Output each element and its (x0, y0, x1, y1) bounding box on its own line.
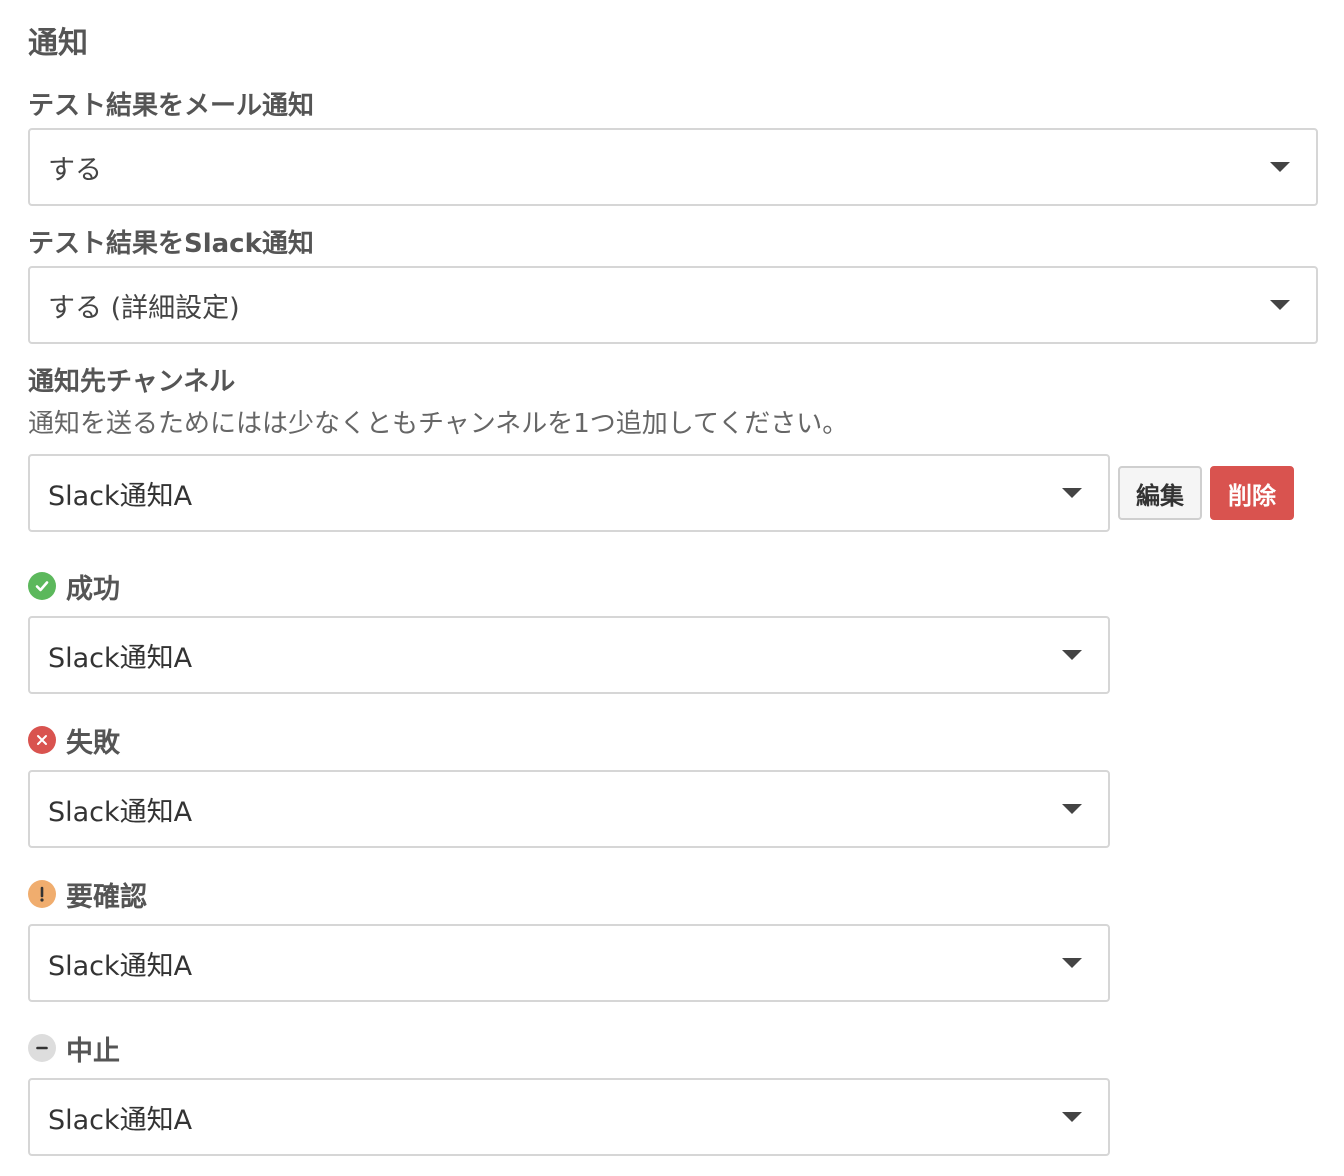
status-success-value: Slack通知A (48, 642, 193, 674)
status-failure-label: 失敗 (66, 727, 120, 759)
email-notify-label: テスト結果をメール通知 (28, 91, 315, 121)
email-notify-select[interactable]: する (28, 128, 1318, 206)
slack-notify-select[interactable]: する (詳細設定) (28, 266, 1318, 344)
slack-notify-label: テスト結果をSlack通知 (28, 229, 314, 259)
status-aborted-value: Slack通知A (48, 1104, 193, 1136)
x-circle-icon (28, 726, 56, 754)
channel-select[interactable]: Slack通知A (28, 454, 1110, 532)
status-success-select[interactable]: Slack通知A (28, 616, 1110, 694)
chevron-down-icon (1062, 1112, 1082, 1122)
chevron-down-icon (1062, 958, 1082, 968)
channel-label: 通知先チャンネル (28, 367, 236, 397)
channel-help-text: 通知を送るためにはは少なくともチャンネルを1つ追加してください。 (28, 409, 849, 439)
chevron-down-icon (1062, 650, 1082, 660)
status-aborted-row: 中止 (28, 1030, 120, 1067)
delete-channel-button[interactable]: 削除 (1210, 466, 1294, 520)
status-failure-value: Slack通知A (48, 796, 193, 828)
slack-notify-value: する (詳細設定) (48, 292, 240, 324)
status-review-value: Slack通知A (48, 950, 193, 982)
status-review-select[interactable]: Slack通知A (28, 924, 1110, 1002)
chevron-down-icon (1270, 300, 1290, 310)
status-failure-select[interactable]: Slack通知A (28, 770, 1110, 848)
status-aborted-select[interactable]: Slack通知A (28, 1078, 1110, 1156)
status-success-label: 成功 (66, 573, 120, 605)
check-circle-icon (28, 572, 56, 600)
section-title: 通知 (28, 26, 88, 61)
channel-value: Slack通知A (48, 480, 193, 512)
status-review-row: 要確認 (28, 876, 147, 913)
chevron-down-icon (1270, 162, 1290, 172)
status-success-row: 成功 (28, 568, 120, 605)
email-notify-value: する (48, 154, 102, 186)
edit-channel-button[interactable]: 編集 (1118, 466, 1202, 520)
status-review-label: 要確認 (66, 881, 147, 913)
minus-circle-icon (28, 1034, 56, 1062)
exclamation-circle-icon (28, 880, 56, 908)
status-aborted-label: 中止 (66, 1035, 120, 1067)
chevron-down-icon (1062, 804, 1082, 814)
status-failure-row: 失敗 (28, 722, 120, 759)
chevron-down-icon (1062, 488, 1082, 498)
